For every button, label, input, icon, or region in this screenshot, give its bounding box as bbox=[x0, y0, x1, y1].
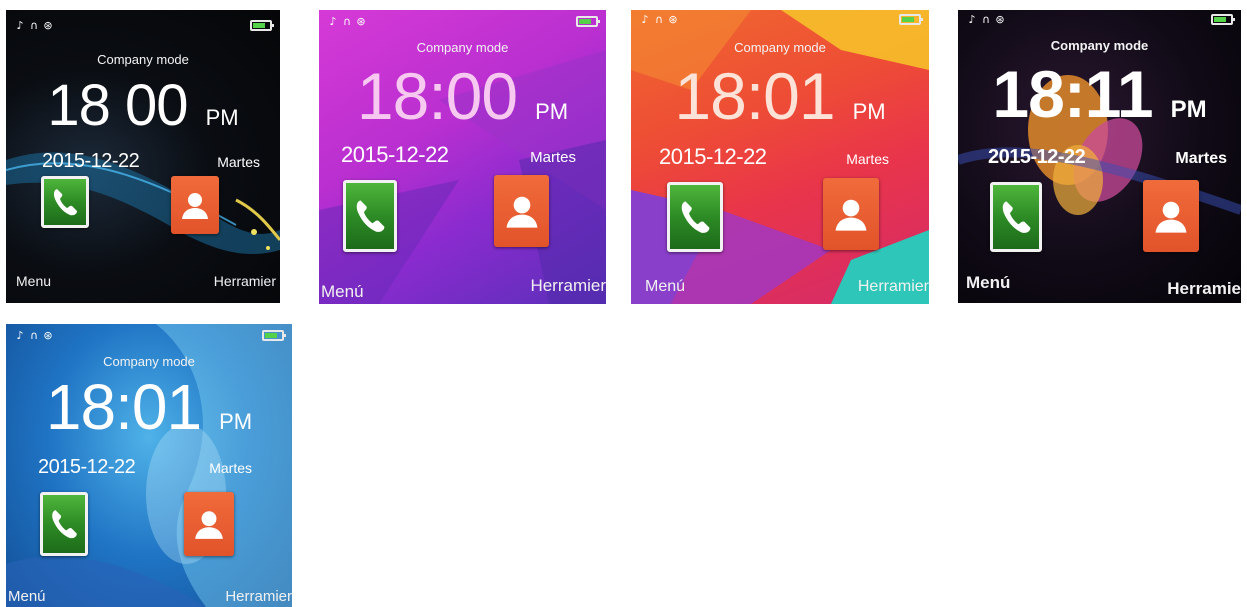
clock-time: 18:01 bbox=[45, 371, 202, 443]
weekday: Martes bbox=[846, 151, 889, 167]
headphones-icon: ∩ bbox=[981, 12, 991, 26]
weekday: Martes bbox=[530, 149, 576, 166]
tools-softkey[interactable]: Herramier bbox=[214, 273, 276, 289]
menu-softkey[interactable]: Menu bbox=[16, 273, 51, 289]
weekday: Martes bbox=[209, 460, 252, 476]
status-bar: ♪ ∩ ⊛ bbox=[14, 326, 286, 344]
battery-icon bbox=[1211, 13, 1235, 25]
watch-screen-2: ♪ ∩ ⊛ Company mode 18:00 PM 2015-12-22 M… bbox=[319, 10, 606, 304]
headphones-icon: ∩ bbox=[29, 18, 39, 32]
profile-mode: Company mode bbox=[97, 52, 189, 67]
contacts-app-button[interactable] bbox=[823, 178, 879, 250]
contacts-app-button[interactable] bbox=[171, 176, 219, 234]
date: 2015-12-22 bbox=[659, 144, 767, 169]
bluetooth-icon: ⊛ bbox=[43, 328, 53, 342]
watch-screen-5: ♪ ∩ ⊛ Company mode 18:01 PM 2015-12-22 M… bbox=[6, 324, 292, 607]
battery-icon bbox=[250, 19, 274, 31]
music-note-icon: ♪ bbox=[16, 328, 24, 342]
music-note-icon: ♪ bbox=[968, 12, 976, 26]
tools-softkey[interactable]: Herramier bbox=[225, 588, 292, 605]
phone-handset-icon bbox=[53, 189, 77, 216]
bluetooth-icon: ⊛ bbox=[356, 14, 366, 28]
weekday: Martes bbox=[217, 154, 260, 170]
battery-icon bbox=[576, 15, 600, 27]
bluetooth-icon: ⊛ bbox=[668, 12, 678, 26]
menu-softkey[interactable]: Menú bbox=[966, 273, 1010, 293]
watch-screen-4: ♪ ∩ ⊛ Company mode 18:11 PM 2015-12-22 M… bbox=[958, 10, 1241, 303]
watch-screen-1: ♪ ∩ ⊛ Company mode 18 00 PM 2015-12-22 M… bbox=[6, 10, 280, 303]
phone-app-button[interactable] bbox=[343, 180, 397, 252]
clock-time: 18:00 bbox=[356, 59, 518, 133]
bluetooth-icon: ⊛ bbox=[995, 12, 1005, 26]
date: 2015-12-22 bbox=[341, 142, 449, 167]
status-bar: ♪ ∩ ⊛ bbox=[639, 10, 923, 28]
clock: 18:11 PM bbox=[958, 56, 1241, 132]
clock-time: 18:11 bbox=[992, 57, 1153, 131]
menu-softkey[interactable]: Menú bbox=[645, 278, 685, 296]
menu-softkey[interactable]: Menú bbox=[321, 282, 364, 302]
phone-handset-icon bbox=[356, 200, 385, 232]
headphones-icon: ∩ bbox=[29, 328, 39, 342]
contacts-app-button[interactable] bbox=[184, 492, 234, 556]
clock: 18:00 PM bbox=[319, 58, 606, 134]
clock-ampm: PM bbox=[535, 99, 569, 124]
contact-person-icon bbox=[506, 196, 537, 228]
headphones-icon: ∩ bbox=[342, 14, 352, 28]
date: 2015-12-22 bbox=[988, 146, 1086, 168]
phone-handset-icon bbox=[52, 510, 77, 539]
tools-softkey[interactable]: Herramie bbox=[1167, 279, 1241, 299]
status-bar: ♪ ∩ ⊛ bbox=[14, 16, 274, 34]
music-note-icon: ♪ bbox=[16, 18, 24, 32]
status-bar: ♪ ∩ ⊛ bbox=[966, 10, 1235, 28]
bluetooth-icon: ⊛ bbox=[43, 18, 53, 32]
status-bar: ♪ ∩ ⊛ bbox=[327, 12, 600, 30]
battery-icon bbox=[262, 329, 286, 341]
clock-time: 18:01 bbox=[674, 59, 835, 133]
phone-app-button[interactable] bbox=[667, 182, 723, 252]
profile-mode: Company mode bbox=[734, 40, 826, 55]
phone-app-button[interactable] bbox=[990, 182, 1042, 252]
contact-person-icon bbox=[1155, 201, 1187, 233]
contact-person-icon bbox=[182, 193, 208, 219]
headphones-icon: ∩ bbox=[654, 12, 664, 26]
clock-time: 18 00 bbox=[47, 73, 188, 138]
contacts-app-button[interactable] bbox=[494, 175, 549, 247]
watch-screen-3: ♪ ∩ ⊛ Company mode 18:01 PM 2015-12-22 M… bbox=[631, 10, 929, 304]
music-note-icon: ♪ bbox=[329, 14, 337, 28]
phone-app-button[interactable] bbox=[41, 176, 89, 228]
battery-icon bbox=[899, 13, 923, 25]
profile-mode: Company mode bbox=[416, 40, 509, 55]
phone-app-button[interactable] bbox=[40, 492, 88, 556]
date: 2015-12-22 bbox=[38, 456, 136, 478]
clock: 18:01 PM bbox=[6, 370, 292, 444]
date: 2015-12-22 bbox=[42, 150, 140, 172]
phone-handset-icon bbox=[681, 201, 710, 233]
clock: 18:01 PM bbox=[631, 58, 929, 134]
phone-handset-icon bbox=[1002, 201, 1031, 233]
contacts-app-button[interactable] bbox=[1143, 180, 1199, 252]
clock-ampm: PM bbox=[852, 99, 886, 124]
contact-person-icon bbox=[195, 511, 223, 539]
clock-ampm: PM bbox=[219, 409, 253, 434]
profile-mode: Company mode bbox=[1050, 38, 1149, 53]
tools-softkey[interactable]: Herramier bbox=[530, 276, 606, 296]
contact-person-icon bbox=[835, 199, 867, 231]
music-note-icon: ♪ bbox=[641, 12, 649, 26]
clock-ampm: PM bbox=[1170, 96, 1207, 123]
menu-softkey[interactable]: Menú bbox=[8, 588, 46, 605]
clock-ampm: PM bbox=[205, 105, 239, 130]
weekday: Martes bbox=[1175, 150, 1227, 167]
tools-softkey[interactable]: Herramier bbox=[858, 278, 929, 296]
profile-mode: Company mode bbox=[103, 354, 195, 369]
clock: 18 00 PM bbox=[6, 72, 280, 139]
